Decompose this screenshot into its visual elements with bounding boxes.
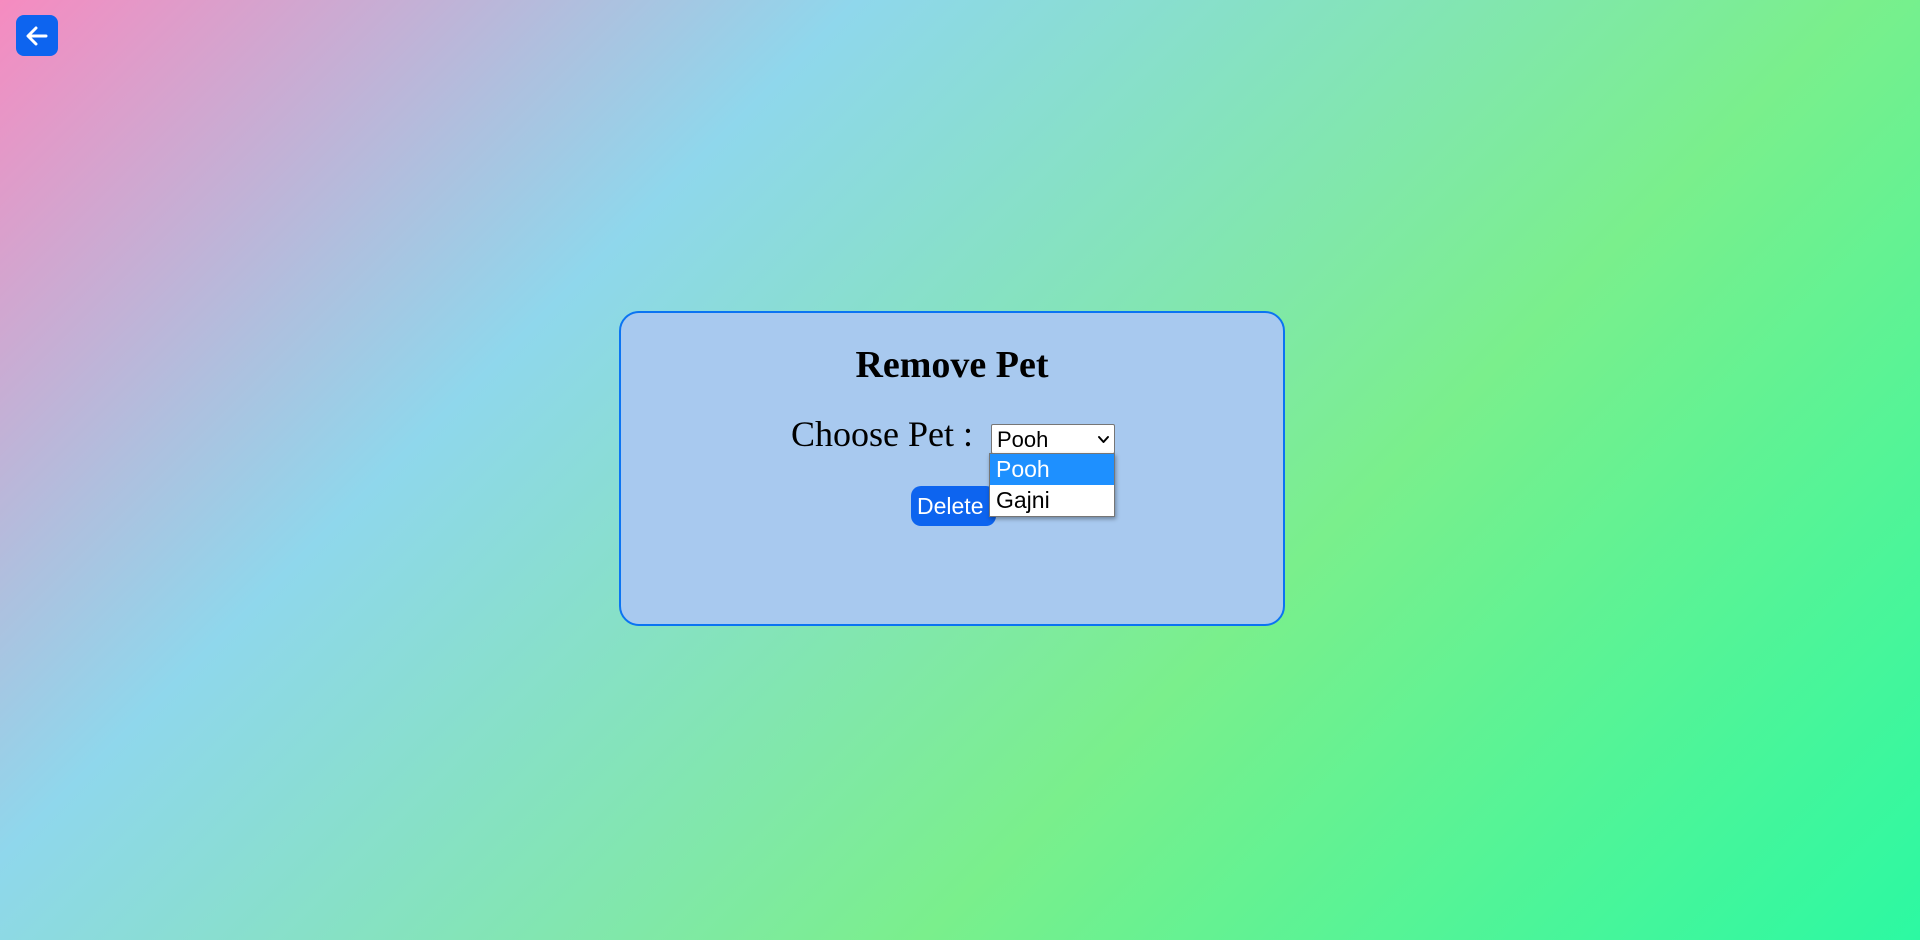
pet-select[interactable]: Pooh	[991, 424, 1115, 454]
dropdown-option-pooh[interactable]: Pooh	[990, 454, 1114, 485]
delete-button[interactable]: Delete	[911, 486, 996, 526]
remove-pet-card: Remove Pet Choose Pet : Pooh Delete	[619, 311, 1285, 626]
choose-pet-label: Choose Pet :	[791, 414, 974, 454]
back-button[interactable]	[16, 15, 58, 56]
page-title: Remove Pet	[855, 344, 1049, 386]
dropdown-option-gajni[interactable]: Gajni	[990, 485, 1114, 516]
pet-select-dropdown: Pooh Gajni	[989, 453, 1115, 517]
arrow-left-icon	[26, 26, 48, 45]
pet-select-value: Pooh	[997, 427, 1049, 452]
chevron-down-icon	[1098, 436, 1109, 443]
